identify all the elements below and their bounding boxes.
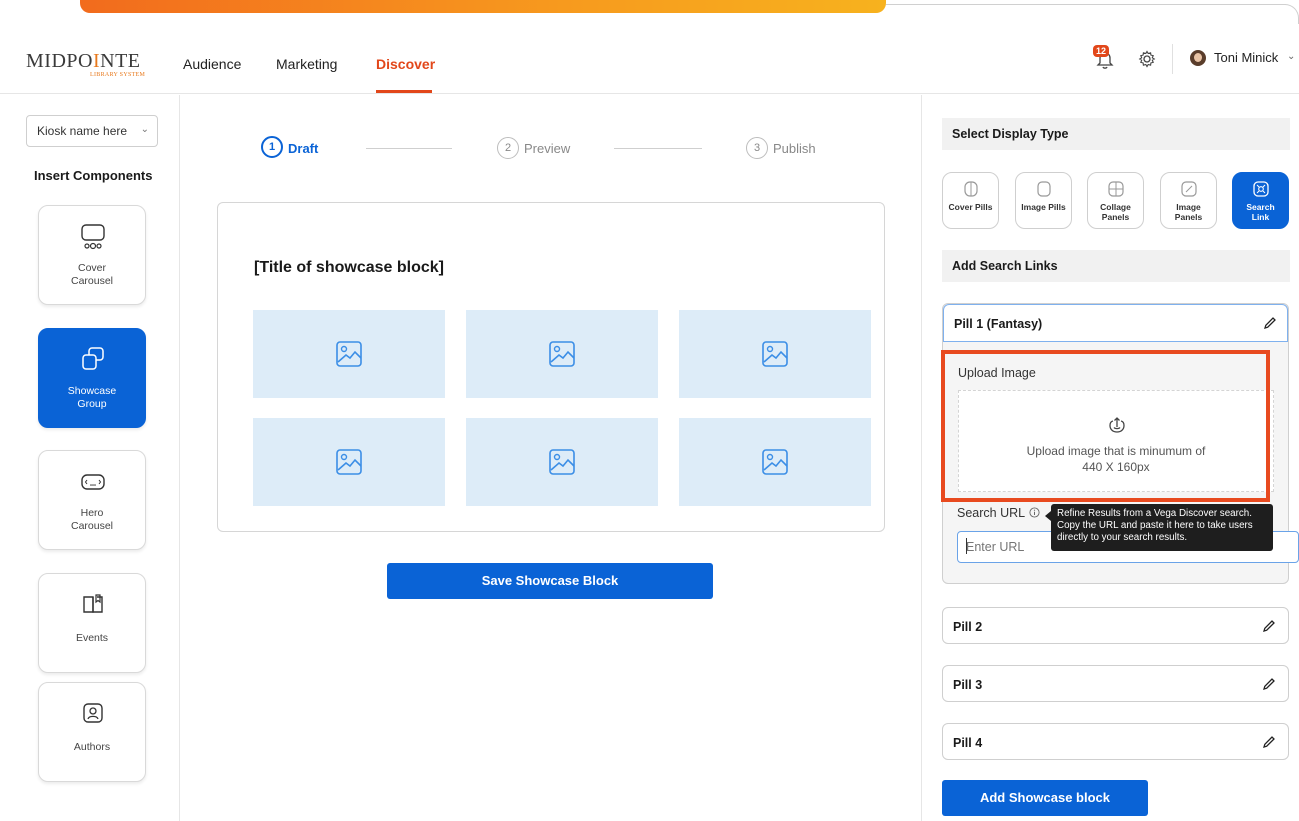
pill-2-title: Pill 2 xyxy=(953,620,983,634)
image-tile[interactable] xyxy=(466,418,658,506)
display-type-label: Search Link xyxy=(1246,202,1275,222)
step-3-number[interactable]: 3 xyxy=(746,137,768,159)
kiosk-select-value: Kiosk name here xyxy=(37,124,128,138)
author-icon xyxy=(83,703,103,723)
step-draft[interactable]: Draft xyxy=(288,141,318,156)
component-hero-carousel[interactable]: Hero Carousel xyxy=(38,450,146,550)
step-preview[interactable]: Preview xyxy=(524,141,570,156)
app-header: MIDPOΙNTE LIBRARY SYSTEM Audience Market… xyxy=(0,24,1299,94)
text-cursor xyxy=(966,538,967,554)
component-label: Authors xyxy=(73,741,111,753)
window-corner xyxy=(1279,4,1299,24)
component-cover-carousel[interactable]: Cover Carousel xyxy=(38,205,146,305)
nav-marketing[interactable]: Marketing xyxy=(276,56,337,72)
logo-subtitle: LIBRARY SYSTEM xyxy=(90,72,146,78)
step-publish[interactable]: Publish xyxy=(773,141,816,156)
component-showcase-group[interactable]: Showcase Group xyxy=(38,328,146,428)
info-icon[interactable] xyxy=(1029,507,1040,518)
component-label: Cover Carousel xyxy=(70,262,114,287)
pill-4-title: Pill 4 xyxy=(953,736,983,750)
image-placeholder-icon xyxy=(336,341,362,367)
chevron-down-icon[interactable]: ⌄ xyxy=(1287,51,1295,62)
cover-pills-icon xyxy=(964,181,978,197)
annotation-highlight xyxy=(941,350,1270,502)
insert-components-heading: Insert Components xyxy=(34,168,153,183)
pencil-icon[interactable] xyxy=(1261,618,1277,634)
display-type-heading: Select Display Type xyxy=(942,118,1290,150)
add-showcase-button[interactable]: Add Showcase block xyxy=(942,780,1148,816)
window-edge xyxy=(886,4,1286,5)
component-sidebar: Kiosk name here ⌄ Insert Components Cove… xyxy=(0,95,180,821)
gear-icon[interactable] xyxy=(1138,50,1156,68)
pencil-icon[interactable] xyxy=(1262,315,1278,331)
logo[interactable]: MIDPOΙNTE xyxy=(26,50,141,73)
component-label: Showcase Group xyxy=(67,385,117,410)
nav-discover[interactable]: Discover xyxy=(376,56,435,72)
nav-audience[interactable]: Audience xyxy=(183,56,241,72)
header-divider xyxy=(1172,44,1173,74)
pill-1-title: Pill 1 (Fantasy) xyxy=(954,317,1043,331)
avatar[interactable] xyxy=(1190,50,1206,66)
display-type-label: Cover Pills xyxy=(948,202,993,212)
step-connector xyxy=(614,148,702,149)
image-placeholder-icon xyxy=(336,449,362,475)
image-tile[interactable] xyxy=(253,418,445,506)
user-name[interactable]: Toni Minick xyxy=(1214,50,1278,65)
image-placeholder-icon xyxy=(762,341,788,367)
image-placeholder-icon xyxy=(762,449,788,475)
image-placeholder-icon xyxy=(549,449,575,475)
pill-3-title: Pill 3 xyxy=(953,678,983,692)
image-tile[interactable] xyxy=(679,310,871,398)
pencil-icon[interactable] xyxy=(1261,734,1277,750)
nav-active-indicator xyxy=(376,90,432,93)
image-pills-icon xyxy=(1037,181,1051,197)
save-showcase-button[interactable]: Save Showcase Block xyxy=(387,563,713,599)
display-type-search-link[interactable]: Search Link xyxy=(1232,172,1289,229)
pill-1-header[interactable]: Pill 1 (Fantasy) xyxy=(943,304,1288,342)
display-type-image-pills[interactable]: Image Pills xyxy=(1015,172,1072,229)
pill-2-row[interactable]: Pill 2 xyxy=(942,607,1289,644)
cover-carousel-icon xyxy=(81,224,105,250)
kiosk-select[interactable]: Kiosk name here ⌄ xyxy=(26,115,158,147)
step-1-number[interactable]: 1 xyxy=(261,136,283,158)
component-label: Hero Carousel xyxy=(70,507,114,532)
step-connector xyxy=(366,148,452,149)
image-placeholder-icon xyxy=(549,341,575,367)
hero-carousel-icon xyxy=(81,474,105,490)
display-type-image-panels[interactable]: Image Panels xyxy=(1160,172,1217,229)
display-type-label: Collage Panels xyxy=(1100,202,1131,222)
window-accent-bar xyxy=(80,0,886,13)
book-icon xyxy=(83,594,103,613)
pill-3-row[interactable]: Pill 3 xyxy=(942,665,1289,702)
image-tile[interactable] xyxy=(466,310,658,398)
step-2-number[interactable]: 2 xyxy=(497,137,519,159)
pill-4-row[interactable]: Pill 4 xyxy=(942,723,1289,760)
image-tile[interactable] xyxy=(679,418,871,506)
search-url-tooltip: Refine Results from a Vega Discover sear… xyxy=(1045,504,1273,551)
showcase-title[interactable]: [Title of showcase block] xyxy=(254,259,444,277)
component-label: Events xyxy=(75,632,109,644)
component-events[interactable]: Events xyxy=(38,573,146,673)
image-tile[interactable] xyxy=(253,310,445,398)
showcase-block-preview: [Title of showcase block] xyxy=(217,202,885,532)
showcase-group-icon xyxy=(82,347,104,370)
display-type-label: Image Panels xyxy=(1174,202,1203,222)
search-url-label: Search URL xyxy=(957,506,1026,520)
image-panels-icon xyxy=(1181,181,1197,197)
chevron-down-icon: ⌄ xyxy=(140,124,149,135)
notification-badge: 12 xyxy=(1093,45,1110,57)
search-link-icon xyxy=(1253,181,1269,197)
search-links-heading: Add Search Links xyxy=(942,250,1290,282)
component-authors[interactable]: Authors xyxy=(38,682,146,782)
display-type-cover-pills[interactable]: Cover Pills xyxy=(942,172,999,229)
window-frame xyxy=(0,0,1299,24)
display-type-label: Image Pills xyxy=(1021,202,1066,212)
display-type-collage-panels[interactable]: Collage Panels xyxy=(1087,172,1144,229)
pencil-icon[interactable] xyxy=(1261,676,1277,692)
collage-panels-icon xyxy=(1108,181,1124,197)
